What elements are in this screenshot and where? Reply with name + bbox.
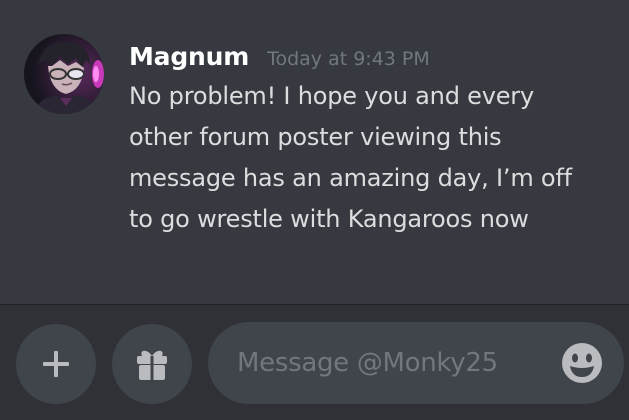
add-attachment-button[interactable] xyxy=(16,324,96,404)
message-header: Magnum Today at 9:43 PM xyxy=(129,34,599,78)
message-text: No problem! I hope you and every other f… xyxy=(129,82,572,233)
message-author[interactable]: Magnum xyxy=(129,42,249,71)
emoji-picker-button[interactable] xyxy=(560,341,604,385)
message-timestamp: Today at 9:43 PM xyxy=(267,48,430,70)
message-list: Magnum Today at 9:43 PM No problem! I ho… xyxy=(0,0,629,304)
gift-icon xyxy=(137,350,167,380)
message-input-placeholder: Message @Monky25 xyxy=(237,348,498,378)
user-avatar[interactable] xyxy=(24,34,104,114)
smiley-emoji-icon xyxy=(562,343,602,383)
gift-button[interactable] xyxy=(112,324,192,404)
message-content: Magnum Today at 9:43 PM No problem! I ho… xyxy=(129,34,599,240)
avatar-image xyxy=(24,34,104,114)
message-input[interactable]: Message @Monky25 xyxy=(208,322,624,404)
plus-icon xyxy=(43,351,69,377)
